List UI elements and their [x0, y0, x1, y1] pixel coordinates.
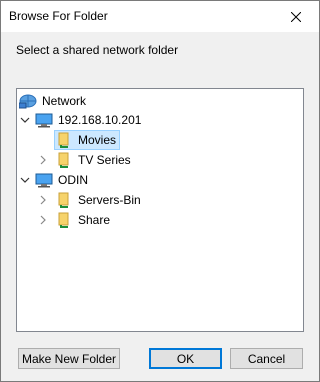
expand-chevron-icon[interactable] [37, 214, 49, 226]
folder-tree[interactable]: Network 192.168.10.201 Movies TV Series … [16, 88, 304, 332]
window-title: Browse For Folder [9, 9, 108, 23]
computer-icon [35, 171, 53, 189]
close-icon [291, 11, 301, 22]
tree-item-label: Servers-Bin [78, 193, 141, 207]
shared-folder-icon [55, 191, 73, 209]
tree-item-tv-series[interactable]: TV Series [55, 150, 134, 170]
tree-item-label: 192.168.10.201 [58, 113, 142, 127]
ok-button[interactable]: OK [149, 348, 222, 369]
expand-chevron-icon[interactable] [37, 154, 49, 166]
tree-item-label: Share [78, 213, 111, 227]
tree-item-label: ODIN [58, 173, 88, 187]
tree-item-label: Movies [78, 133, 117, 147]
computer-icon [35, 111, 53, 129]
close-button[interactable] [273, 1, 319, 32]
tree-item-label: TV Series [78, 153, 131, 167]
cancel-button[interactable]: Cancel [230, 348, 303, 369]
shared-folder-icon [55, 211, 73, 229]
tree-item-servers-bin[interactable]: Servers-Bin [55, 190, 144, 210]
shared-folder-icon [55, 131, 73, 149]
browse-for-folder-dialog: Browse For Folder Select a shared networ… [0, 0, 320, 382]
collapse-chevron-icon[interactable] [19, 114, 31, 126]
tree-item-host-192-168-10-201[interactable]: 192.168.10.201 [35, 110, 144, 130]
instruction-text: Select a shared network folder [16, 43, 179, 57]
tree-item-share[interactable]: Share [55, 210, 113, 230]
network-icon [19, 92, 37, 110]
tree-item-network[interactable]: Network [19, 91, 89, 111]
tree-item-host-odin[interactable]: ODIN [35, 170, 91, 190]
tree-item-movies[interactable]: Movies [54, 130, 121, 150]
title-bar[interactable]: Browse For Folder [1, 1, 319, 32]
tree-item-label: Network [42, 94, 87, 108]
make-new-folder-button[interactable]: Make New Folder [18, 348, 120, 369]
shared-folder-icon [55, 151, 73, 169]
expand-chevron-icon[interactable] [37, 194, 49, 206]
collapse-chevron-icon[interactable] [19, 174, 31, 186]
